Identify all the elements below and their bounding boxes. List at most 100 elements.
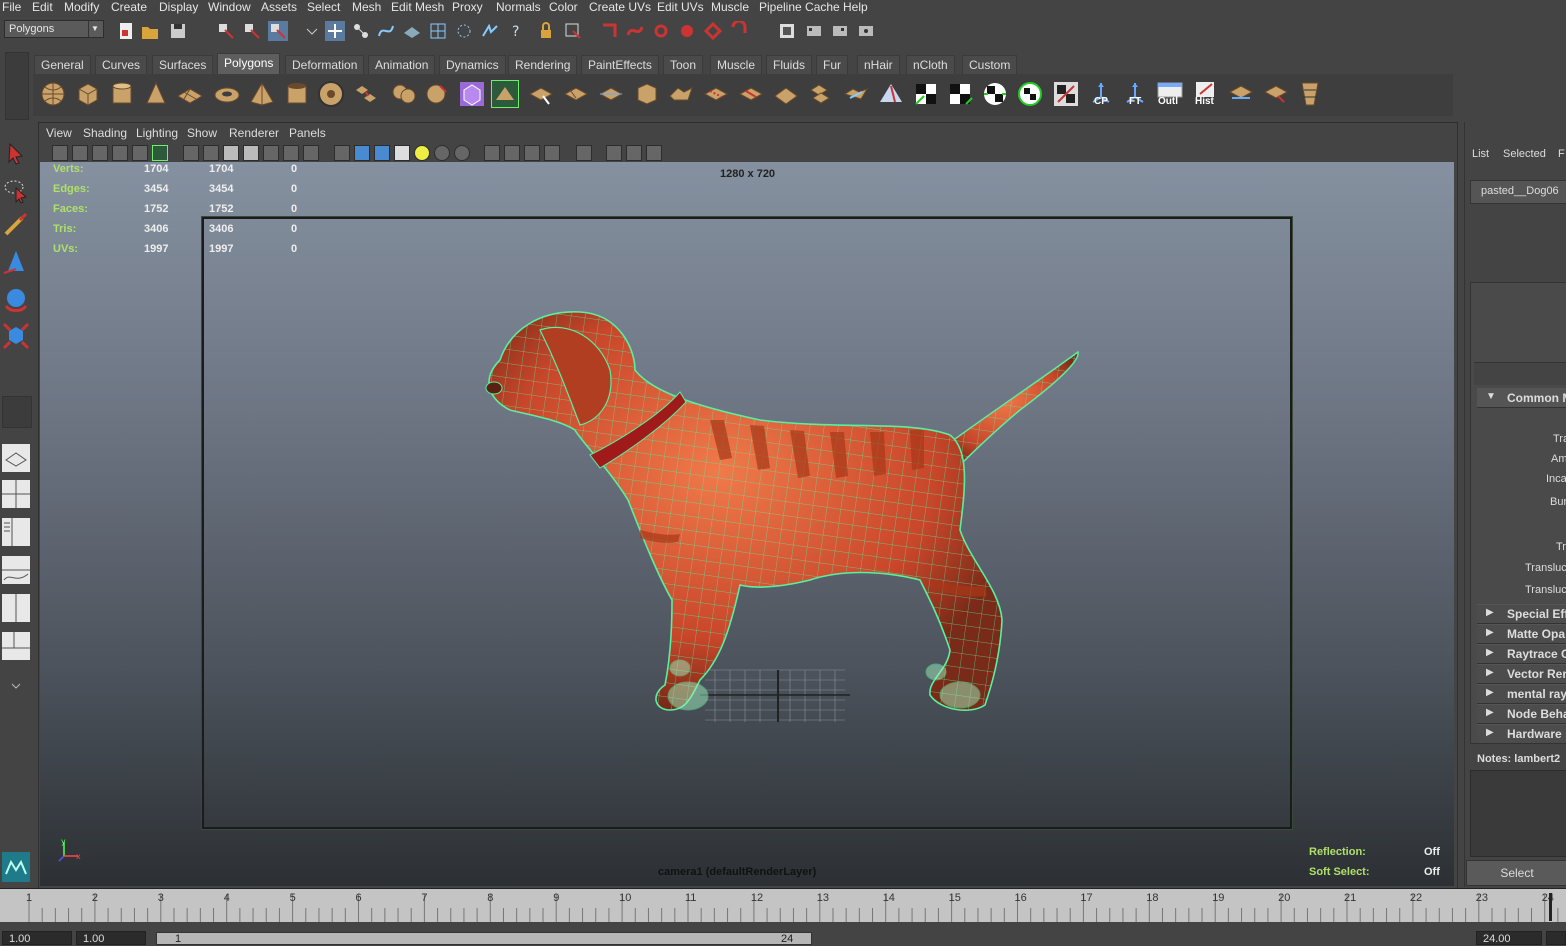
use-all-lights-icon[interactable] bbox=[414, 145, 430, 161]
persp-outliner-layout-icon[interactable] bbox=[2, 518, 30, 546]
tab-general[interactable]: General bbox=[34, 55, 91, 74]
separate-icon[interactable] bbox=[390, 80, 418, 108]
resolution-gate-icon[interactable] bbox=[243, 145, 259, 161]
tab-ncloth[interactable]: nCloth bbox=[906, 55, 955, 74]
menu-mesh[interactable]: Mesh bbox=[352, 0, 381, 15]
snap-curve-icon[interactable] bbox=[625, 21, 645, 41]
scale-tool-icon[interactable] bbox=[2, 322, 30, 350]
poly-plane-icon[interactable] bbox=[176, 80, 204, 108]
textured-icon[interactable] bbox=[394, 145, 410, 161]
ae-section-raytrace-options[interactable]: ▶ Raytrace O bbox=[1477, 644, 1566, 664]
cylindrical-mapping-icon[interactable] bbox=[946, 80, 974, 108]
menu-muscle[interactable]: Muscle bbox=[711, 0, 749, 15]
lasso-tool-icon[interactable] bbox=[2, 176, 30, 204]
split-polygon-icon[interactable] bbox=[702, 80, 730, 108]
open-scene-icon[interactable] bbox=[140, 21, 160, 41]
ae-notes-field[interactable] bbox=[1470, 770, 1566, 857]
single-perspective-layout-icon[interactable] bbox=[2, 444, 30, 472]
select-rendering-icon[interactable] bbox=[480, 21, 500, 41]
select-by-component-icon[interactable] bbox=[268, 21, 288, 41]
combine-icon[interactable] bbox=[352, 80, 380, 108]
panel-menu-renderer[interactable]: Renderer bbox=[229, 126, 279, 140]
image-plane-icon[interactable] bbox=[112, 145, 128, 161]
quadrangulate-icon[interactable] bbox=[633, 80, 661, 108]
select-camera-icon[interactable] bbox=[52, 145, 68, 161]
select-handles-icon[interactable] bbox=[325, 21, 345, 41]
tab-curves[interactable]: Curves bbox=[95, 55, 148, 74]
poly-torus-icon[interactable] bbox=[213, 80, 241, 108]
ipr-render-icon[interactable] bbox=[831, 21, 851, 41]
menu-proxy[interactable]: Proxy bbox=[452, 0, 483, 15]
hypershade-persp-layout-icon[interactable] bbox=[2, 594, 30, 622]
select-surfaces-icon[interactable] bbox=[402, 21, 422, 41]
shelf-custom-3-icon[interactable] bbox=[1296, 80, 1324, 108]
extract-icon[interactable] bbox=[424, 80, 452, 108]
automatic-mapping-icon[interactable] bbox=[1016, 80, 1044, 108]
mask-dropdown-icon[interactable] bbox=[302, 21, 322, 41]
menu-color[interactable]: Color bbox=[549, 0, 578, 15]
planar-mapping-icon[interactable] bbox=[912, 80, 940, 108]
bookmarks-icon[interactable] bbox=[92, 145, 108, 161]
rotate-tool-icon[interactable] bbox=[2, 286, 30, 314]
dog-mesh[interactable] bbox=[460, 300, 1100, 730]
2d-pan-zoom-icon[interactable] bbox=[132, 145, 148, 161]
camera-attributes-icon[interactable] bbox=[72, 145, 88, 161]
triangulate-icon[interactable] bbox=[597, 80, 625, 108]
menu-edit-mesh[interactable]: Edit Mesh bbox=[391, 0, 444, 15]
ae-menu-focus[interactable]: F bbox=[1558, 148, 1565, 160]
ae-menu-list[interactable]: List bbox=[1472, 148, 1489, 160]
menu-create-uvs[interactable]: Create UVs bbox=[589, 0, 651, 15]
persp-graph-outliner-layout-icon[interactable] bbox=[2, 632, 30, 660]
poly-sphere-icon[interactable] bbox=[39, 80, 67, 108]
new-scene-icon[interactable] bbox=[116, 21, 136, 41]
ae-menu-selected[interactable]: Selected bbox=[1503, 148, 1546, 160]
last-tool-slot[interactable] bbox=[2, 396, 32, 428]
menu-assets[interactable]: Assets bbox=[261, 0, 297, 15]
tab-painteffects[interactable]: PaintEffects bbox=[581, 55, 659, 74]
menu-normals[interactable]: Normals bbox=[496, 0, 541, 15]
tab-surfaces[interactable]: Surfaces bbox=[152, 55, 214, 74]
select-by-object-icon[interactable] bbox=[242, 21, 262, 41]
highlight-selection-icon[interactable] bbox=[563, 21, 583, 41]
playback-end-field[interactable]: 24.00 bbox=[1476, 931, 1542, 945]
ae-section-special-effects[interactable]: ▶ Special Eff bbox=[1477, 604, 1566, 624]
menu-edit[interactable]: Edit bbox=[32, 0, 53, 15]
extrude-icon[interactable] bbox=[807, 80, 835, 108]
poly-pyramid-icon[interactable] bbox=[248, 80, 276, 108]
tab-polygons[interactable]: Polygons bbox=[217, 53, 281, 74]
xray-active-components-icon[interactable] bbox=[646, 145, 662, 161]
tab-animation[interactable]: Animation bbox=[368, 55, 436, 74]
film-gate-icon[interactable] bbox=[223, 145, 239, 161]
smooth-shade-all-icon[interactable] bbox=[354, 145, 370, 161]
xray-icon[interactable] bbox=[606, 145, 622, 161]
render-settings-icon[interactable] bbox=[857, 21, 877, 41]
menu-modify[interactable]: Modify bbox=[64, 0, 99, 15]
uv-texture-editor-icon[interactable] bbox=[1052, 80, 1080, 108]
wireframe-shading-icon[interactable] bbox=[334, 145, 350, 161]
persp-graph-layout-icon[interactable] bbox=[2, 556, 30, 584]
wireframe-icon[interactable] bbox=[183, 145, 199, 161]
make-live-icon[interactable] bbox=[703, 21, 723, 41]
render-current-frame-icon[interactable] bbox=[805, 21, 825, 41]
high-quality-lighting-icon[interactable] bbox=[454, 145, 470, 161]
poly-cylinder-icon[interactable] bbox=[108, 80, 136, 108]
menu-window[interactable]: Window bbox=[208, 0, 251, 15]
four-view-layout-icon[interactable] bbox=[2, 480, 30, 508]
shelf-custom-1-icon[interactable] bbox=[1227, 80, 1255, 108]
shelf-menu-grip[interactable] bbox=[5, 52, 29, 120]
animation-start-field[interactable]: 1.00 bbox=[2, 931, 72, 945]
ae-section-mental-ray[interactable]: ▶ mental ray bbox=[1477, 684, 1566, 704]
tab-muscle[interactable]: Muscle bbox=[710, 55, 763, 74]
menu-create[interactable]: Create bbox=[111, 0, 147, 15]
select-joints-icon[interactable] bbox=[351, 21, 371, 41]
snap-point-icon[interactable] bbox=[651, 21, 671, 41]
append-polygon-icon[interactable] bbox=[667, 80, 695, 108]
grease-pencil-icon[interactable] bbox=[152, 145, 168, 161]
select-dynamics-icon[interactable] bbox=[454, 21, 474, 41]
menu-file[interactable]: File bbox=[2, 0, 21, 15]
tab-rendering[interactable]: Rendering bbox=[508, 55, 578, 74]
panel-menu-lighting[interactable]: Lighting bbox=[136, 126, 178, 140]
poly-soccer-ball-icon[interactable] bbox=[317, 80, 345, 108]
shadows-icon[interactable] bbox=[434, 145, 450, 161]
menu-edit-uvs[interactable]: Edit UVs bbox=[657, 0, 704, 15]
